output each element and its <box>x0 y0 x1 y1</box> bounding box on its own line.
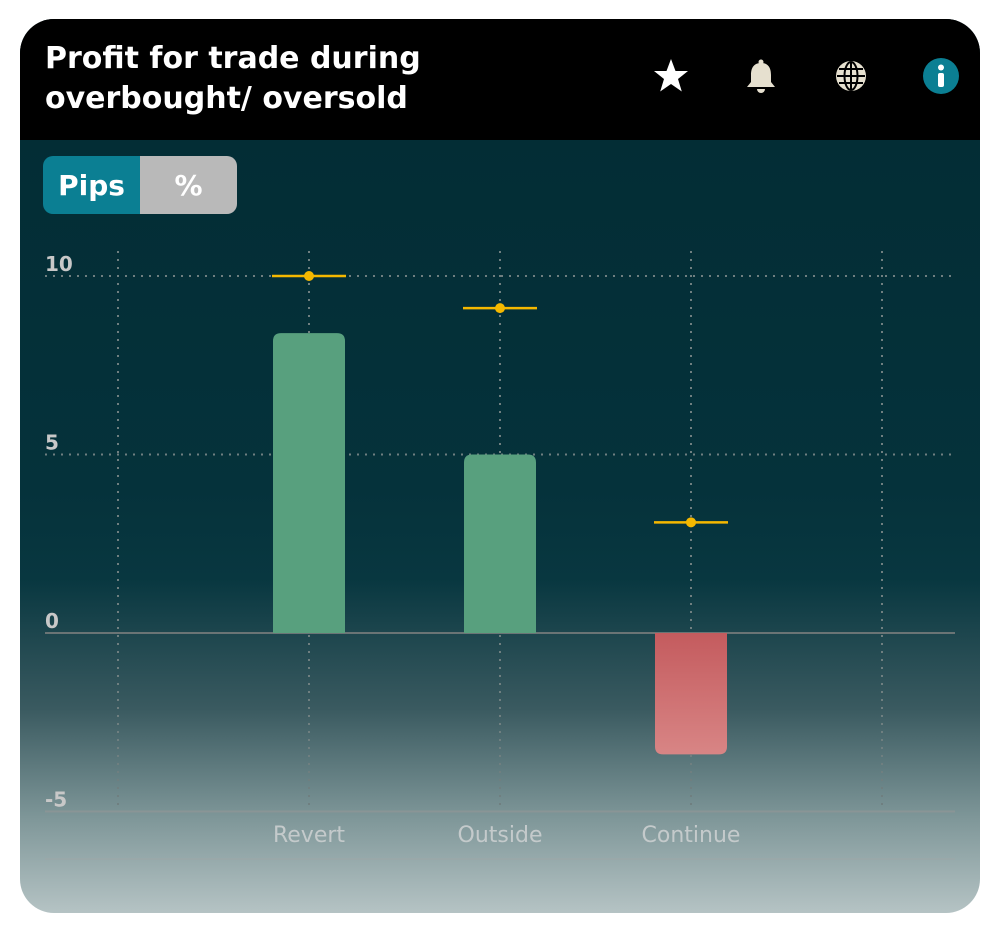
y-tick-label: 10 <box>45 252 73 276</box>
x-tick-label: Continue <box>642 823 741 848</box>
x-tick-label: Revert <box>273 823 345 848</box>
y-tick-label: -5 <box>45 788 67 812</box>
y-tick-label: 5 <box>45 431 59 455</box>
x-tick-label: Outside <box>458 823 543 848</box>
bar-continue <box>655 633 727 755</box>
marker-dot-outside <box>495 303 505 314</box>
y-tick-label: 0 <box>45 609 59 633</box>
bar-chart: 10 5 0 -5 Revert Outside Continue <box>45 251 955 860</box>
bar-outside <box>464 454 536 633</box>
bar-revert <box>273 333 345 633</box>
marker-dot-revert <box>304 271 314 281</box>
marker-dot-continue <box>686 517 696 528</box>
chart-card: Profit for trade during overbought/ over… <box>20 19 980 913</box>
